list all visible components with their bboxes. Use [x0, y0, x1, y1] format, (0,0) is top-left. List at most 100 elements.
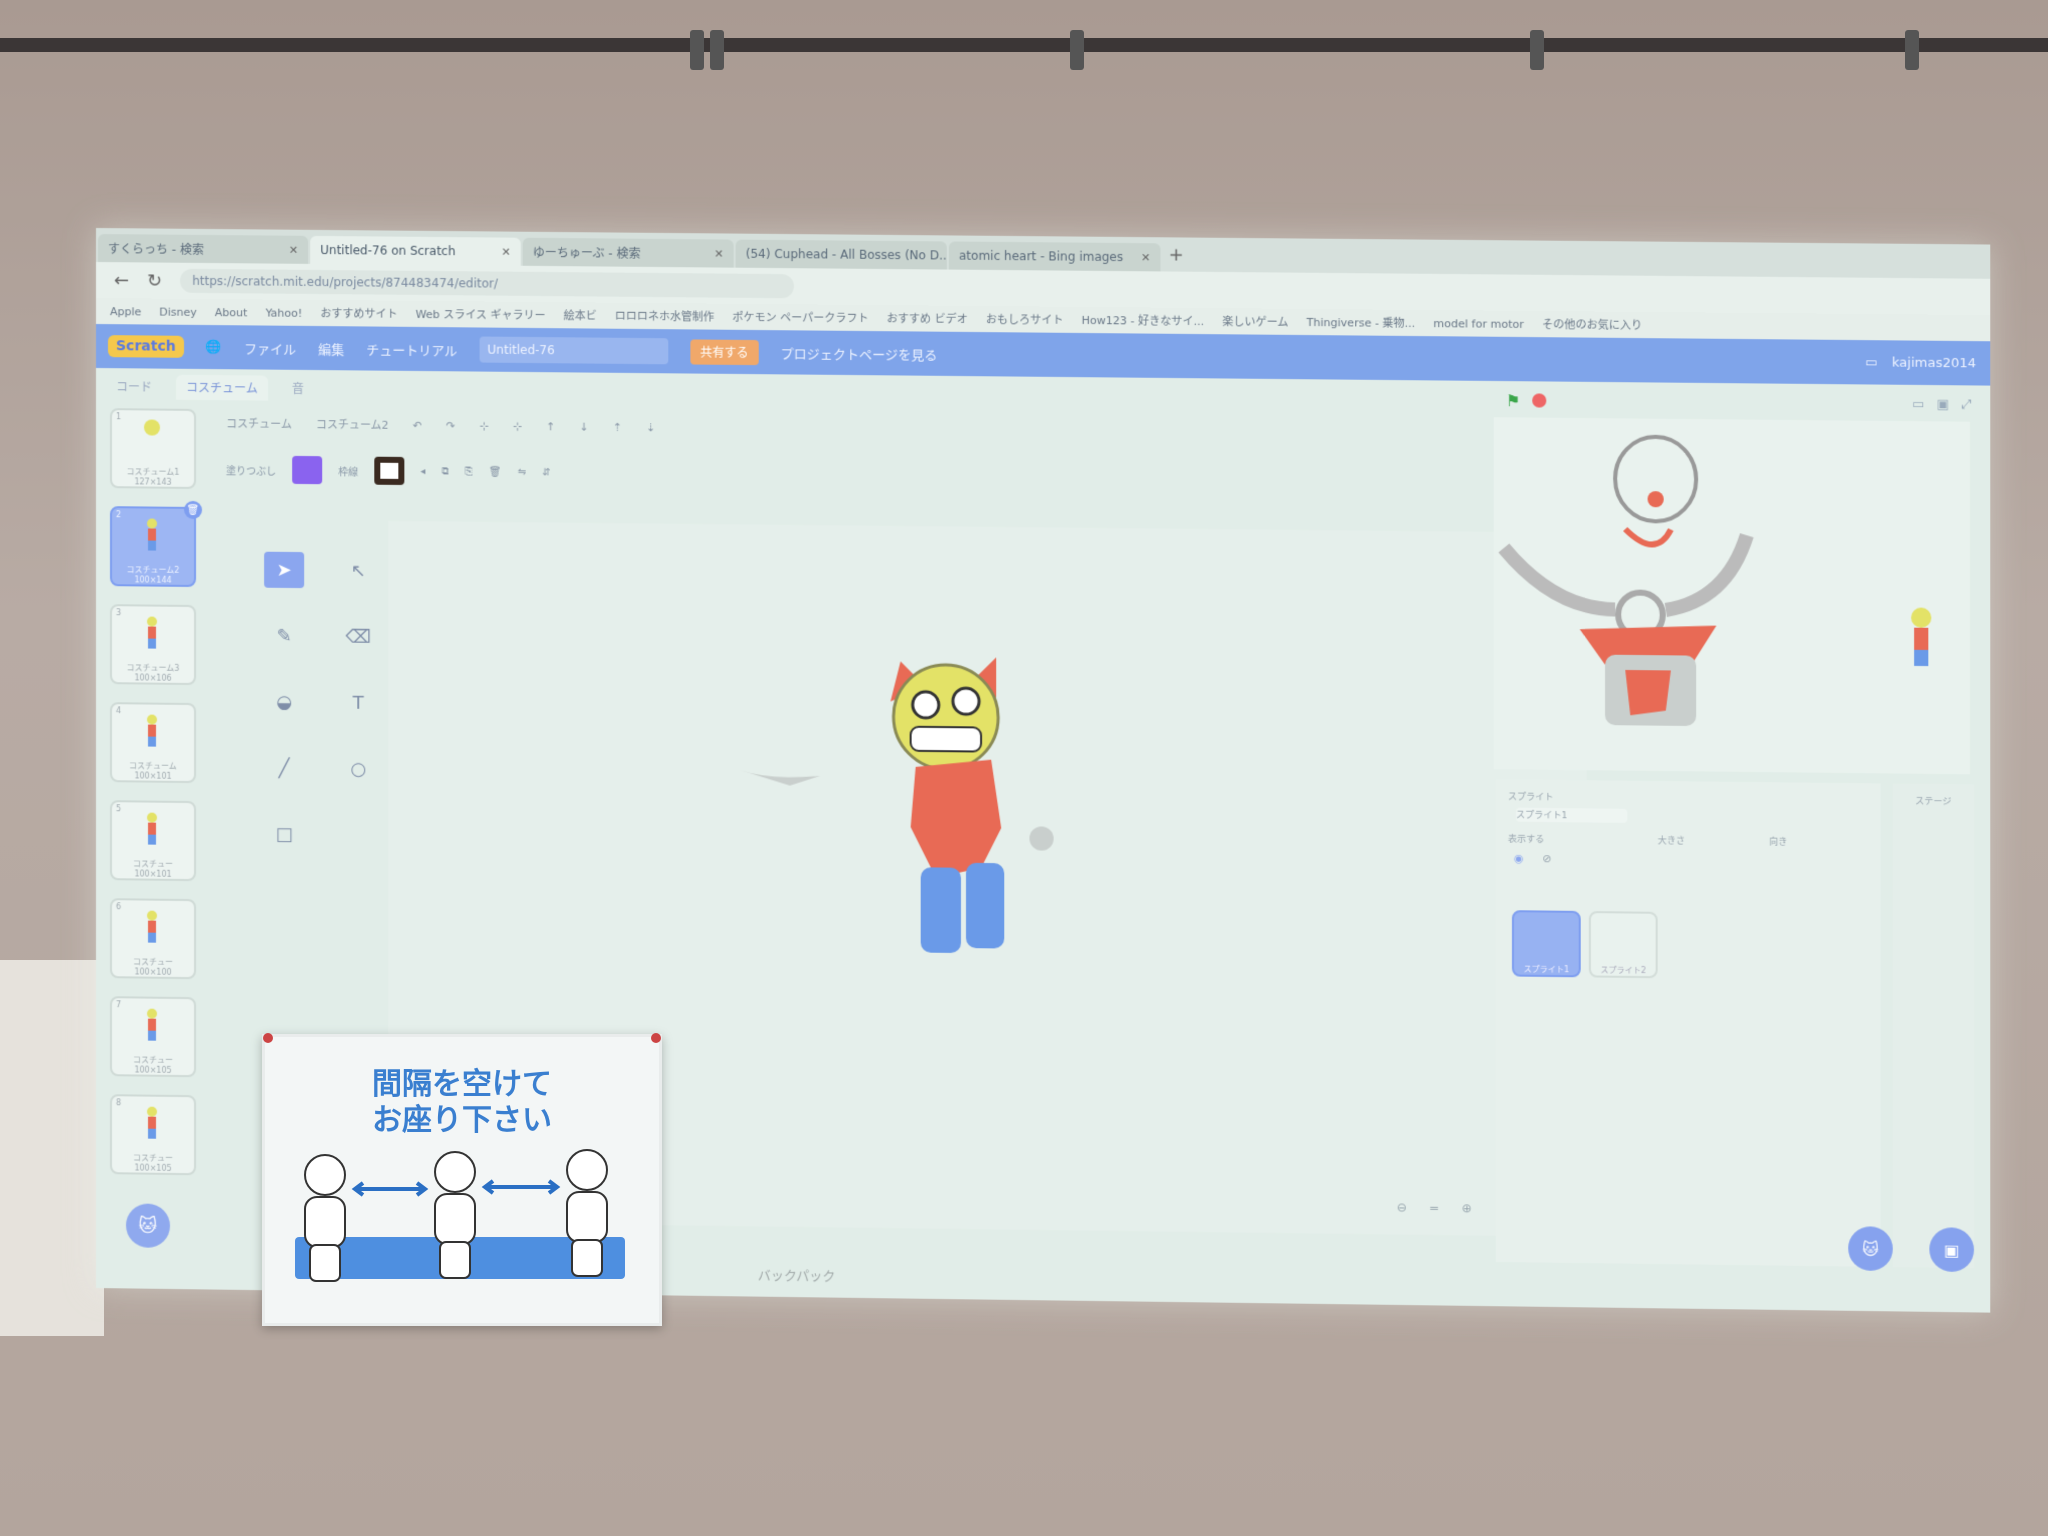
large-stage-icon[interactable]: ▣ [1937, 397, 1949, 412]
ungroup-icon[interactable]: ⊹ [513, 419, 522, 432]
text-tool-icon[interactable]: T [338, 685, 378, 721]
costume-item-selected[interactable]: 2 🗑 コスチューム2 100×144 [110, 500, 203, 588]
backpack-label[interactable]: バックパック [758, 1265, 836, 1285]
tab-costumes[interactable]: コスチューム [176, 374, 268, 401]
close-icon[interactable]: ✕ [1141, 251, 1150, 264]
costume-name-input[interactable]: コスチューム2 [316, 416, 389, 433]
fill-tool-icon[interactable]: ◒ [264, 684, 304, 720]
stage-scene [1494, 417, 1932, 727]
sprite-thumb-selected[interactable]: スプライト1 [1511, 910, 1581, 978]
sprite-thumb[interactable]: スプライト2 [1588, 911, 1658, 979]
sprite-info-panel: スプライト スプライト1 表示する 大きさ 向き ◉ ⊘ スプライト1 スプライ… [1495, 779, 1881, 1267]
bookmark[interactable]: Disney [159, 305, 197, 318]
line-tool-icon[interactable]: ╱ [264, 750, 304, 786]
costume-item[interactable]: 7 コスチュー 100×105 [110, 996, 197, 1078]
close-icon[interactable]: ✕ [501, 245, 510, 258]
flip-horizontal-icon[interactable]: ⇋ [518, 467, 526, 478]
tab-code[interactable]: コード [106, 374, 162, 400]
project-title-input[interactable]: Untitled-76 [479, 336, 669, 365]
rectangle-tool-icon[interactable]: □ [264, 816, 304, 852]
delete-icon[interactable]: 🗑 [184, 500, 203, 520]
share-button[interactable]: 共有する [690, 338, 759, 365]
reshape-tool-icon[interactable]: ↖ [338, 552, 378, 588]
choose-costume-button[interactable]: 🐱 [126, 1203, 171, 1248]
bookmark[interactable]: Yahoo! [265, 306, 302, 319]
zoom-out-button[interactable]: ⊖ [1397, 1200, 1407, 1214]
bookmark[interactable]: Apple [110, 305, 141, 318]
costume-item[interactable]: 8 コスチュー 100×105 [110, 1094, 197, 1176]
close-icon[interactable]: ✕ [289, 243, 298, 256]
menu-file[interactable]: ファイル [244, 338, 296, 357]
back-icon[interactable]: ⇣ [646, 421, 655, 434]
eraser-tool-icon[interactable]: ⌫ [338, 618, 378, 654]
bookmark[interactable]: How123 - 好きなサイ... [1082, 312, 1204, 329]
green-flag-icon[interactable]: ⚑ [1506, 391, 1521, 410]
circle-tool-icon[interactable]: ○ [338, 751, 378, 787]
costume-item[interactable]: 5 コスチュー 100×101 [110, 800, 197, 882]
bookmark[interactable]: その他のお気に入り [1542, 316, 1642, 333]
costume-item[interactable]: 6 コスチュー 100×100 [110, 898, 197, 980]
bookmark[interactable]: Web スライス ギャラリー [416, 306, 546, 323]
outline-color-swatch[interactable] [374, 456, 405, 486]
show-eye-icon[interactable]: ◉ [1514, 852, 1524, 865]
paint-editor-style-row: 塗りつぶし 枠線 ◂ ⧉ ⎘ 🗑 ⇋ ⇵ [226, 455, 551, 486]
bookmark[interactable]: 楽しいゲーム [1222, 313, 1288, 330]
costume-item[interactable]: 4 コスチューム 100×101 [110, 702, 197, 784]
bookmark[interactable]: ポケモン ペーパークラフト [732, 309, 868, 326]
see-project-page-button[interactable]: プロジェクトページを見る [781, 343, 938, 363]
globe-icon[interactable]: 🌐 [206, 340, 222, 355]
fill-color-swatch[interactable] [292, 455, 323, 485]
flip-vertical-icon[interactable]: ⇵ [542, 467, 550, 478]
stage[interactable] [1494, 417, 1970, 775]
menu-tutorials[interactable]: チュートリアル [366, 339, 457, 359]
forward-icon[interactable]: ↑ [546, 420, 555, 433]
zoom-reset-button[interactable]: = [1429, 1201, 1439, 1215]
user-menu[interactable]: kajimas2014 [1892, 355, 1976, 371]
tab-sounds[interactable]: 音 [282, 376, 314, 401]
folder-icon[interactable]: ▭ [1865, 355, 1877, 370]
bookmark[interactable]: About [215, 306, 248, 319]
redo-icon[interactable]: ↷ [446, 419, 455, 432]
small-stage-icon[interactable]: ▭ [1912, 396, 1924, 411]
bookmark[interactable]: 絵本ビ [564, 307, 597, 323]
paste-icon[interactable]: ⎘ [465, 466, 473, 477]
close-icon[interactable]: ✕ [714, 247, 723, 260]
scratch-logo[interactable]: Scratch [107, 335, 184, 358]
reload-icon[interactable]: ↻ [147, 270, 162, 291]
browser-tab[interactable]: すくらっち - 検索 ✕ [97, 234, 309, 264]
bookmark[interactable]: おすすめ ビデオ [887, 310, 968, 327]
fullscreen-icon[interactable]: ⤢ [1961, 397, 1972, 412]
group-icon[interactable]: ⊹ [479, 419, 488, 432]
bookmark[interactable]: model for motor [1433, 317, 1523, 331]
url-input[interactable]: https://scratch.mit.edu/projects/8744834… [180, 268, 795, 299]
zoom-in-button[interactable]: ⊕ [1462, 1201, 1472, 1215]
bookmark[interactable]: おすすめサイト [320, 305, 397, 322]
editor-tabs: コード コスチューム 音 [106, 374, 314, 401]
backward-icon[interactable]: ↓ [579, 420, 588, 433]
browser-tab[interactable]: ゆーちゅーぶ - 検索 ✕ [522, 237, 734, 268]
bookmark[interactable]: Thingiverse - 乗物... [1307, 314, 1416, 331]
brush-tool-icon[interactable]: ✎ [264, 618, 304, 654]
select-tool-icon[interactable]: ➤ [264, 551, 305, 589]
back-arrow-icon[interactable]: ← [114, 270, 129, 291]
stage-label: ステージ [1915, 796, 1952, 808]
stop-icon[interactable] [1532, 393, 1547, 408]
browser-tab[interactable]: (54) Cuphead - All Bosses (No D...✕ [735, 239, 947, 270]
bookmark[interactable]: ロロロネホ水管制作 [615, 308, 714, 325]
new-tab-icon[interactable]: + [1169, 244, 1184, 265]
copy-icon[interactable]: ⧉ [442, 466, 449, 477]
bookmark[interactable]: おもしろサイト [986, 311, 1064, 328]
undo-icon[interactable]: ↶ [413, 419, 422, 432]
costume-item[interactable]: 3 コスチューム3 100×106 [110, 604, 197, 686]
hide-eye-icon[interactable]: ⊘ [1542, 852, 1551, 865]
choose-backdrop-button[interactable]: ▣ [1929, 1227, 1974, 1273]
browser-tab-active[interactable]: Untitled-76 on Scratch ✕ [310, 235, 521, 266]
outline-width-stepper[interactable]: ◂ [421, 466, 426, 477]
delete-icon[interactable]: 🗑 [489, 466, 502, 477]
browser-tab[interactable]: atomic heart - Bing images ✕ [948, 241, 1161, 272]
menu-edit[interactable]: 編集 [318, 339, 344, 358]
choose-sprite-button[interactable]: 🐱 [1848, 1226, 1893, 1272]
costume-item[interactable]: 1 コスチューム1 127×143 [110, 408, 197, 489]
sprite-name-input[interactable]: スプライト1 [1515, 807, 1628, 823]
front-icon[interactable]: ⇡ [613, 420, 622, 433]
